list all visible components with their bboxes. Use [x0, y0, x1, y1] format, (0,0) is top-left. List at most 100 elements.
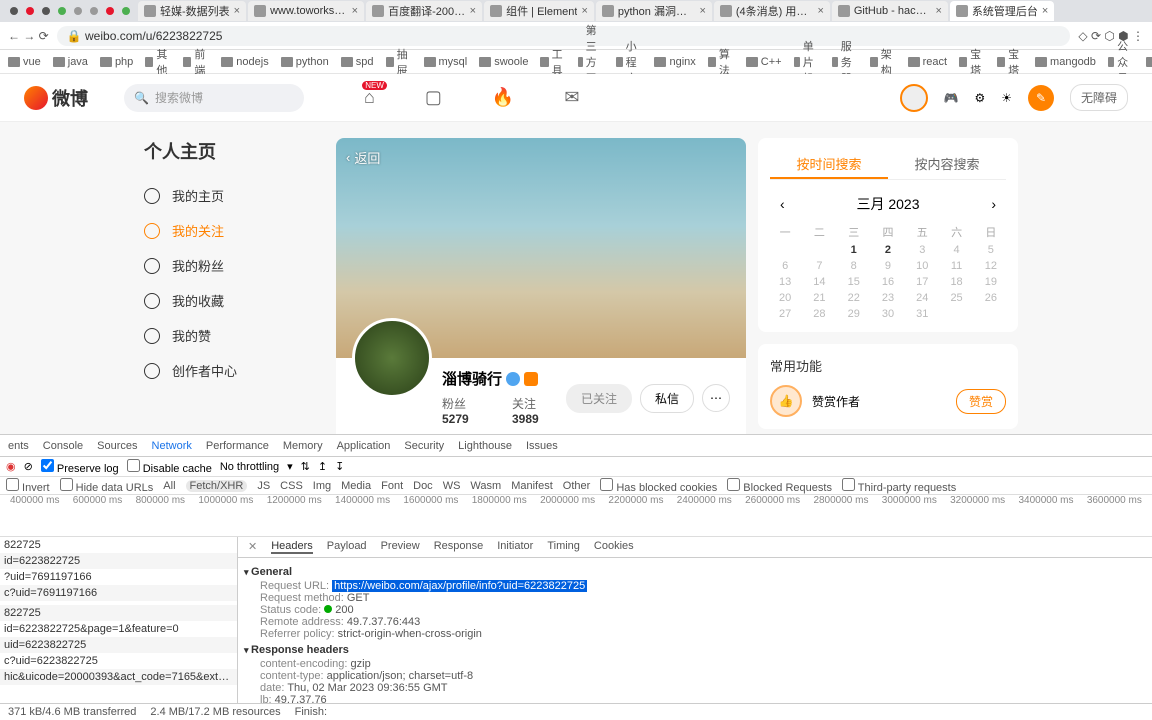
devtools-filters[interactable]: Invert Hide data URLsAllFetch/XHRJSCSSIm…	[0, 477, 1152, 495]
url-bar[interactable]: 🔒 weibo.com/u/6223822725	[57, 26, 1071, 46]
bookmark-item[interactable]: 算法	[708, 46, 734, 78]
devtools-panel: entsConsoleSourcesNetworkPerformanceMemo…	[0, 434, 1152, 720]
user-avatar[interactable]	[900, 84, 928, 112]
browser-tab[interactable]: www.toworks.ws×	[248, 1, 364, 21]
browser-tab[interactable]: 系统管理后台×	[950, 1, 1054, 21]
disable-cache-checkbox[interactable]	[127, 459, 140, 472]
bookmark-item[interactable]: java	[53, 56, 88, 68]
weibo-logo[interactable]: 微博	[24, 84, 104, 112]
theme-icon[interactable]: ☀	[1001, 91, 1012, 105]
request-row[interactable]: uid=6223822725	[0, 637, 237, 653]
bookmark-item[interactable]: 抽屉	[386, 46, 412, 78]
sidebar-title: 个人主页	[134, 138, 324, 164]
request-row[interactable]: id=6223822725	[0, 553, 237, 569]
header-nav: ⌂NEW ▢ 🔥 ✉	[364, 87, 579, 108]
nav-message[interactable]: ✉	[564, 87, 579, 108]
weibo-logo-text: 微博	[52, 85, 88, 111]
vip-badge-icon	[524, 372, 538, 386]
tab-time-search[interactable]: 按时间搜索	[770, 150, 888, 179]
sidebar-item[interactable]: 创作者中心	[134, 353, 324, 388]
cal-next[interactable]: ›	[991, 196, 996, 212]
accessibility-button[interactable]: 无障碍	[1070, 84, 1128, 111]
bookmark-item[interactable]: nginx	[654, 56, 695, 68]
search-placeholder: 搜索微博	[155, 89, 203, 106]
sidebar-item[interactable]: 我的收藏	[134, 283, 324, 318]
nav-buttons[interactable]: ← → ⟳	[8, 29, 49, 43]
browser-tab[interactable]: (4条消息) 用Python爬…×	[714, 1, 830, 21]
browser-tab[interactable]: 轻媒-数据列表×	[138, 1, 246, 21]
request-row[interactable]: ?uid=7691197166	[0, 569, 237, 585]
request-url[interactable]: https://weibo.com/ajax/profile/info?uid=…	[332, 580, 587, 592]
detail-tabs[interactable]: ✕HeadersPayloadPreviewResponseInitiatorT…	[238, 537, 1152, 558]
request-row[interactable]: 822725	[0, 537, 237, 553]
browser-tab[interactable]: 百度翻译-200种语言…×	[366, 1, 482, 21]
sidebar-item[interactable]: 我的粉丝	[134, 248, 324, 283]
nav-home[interactable]: ⌂NEW	[364, 87, 375, 108]
back-link[interactable]: ‹ 返回	[346, 148, 380, 167]
bookmark-item[interactable]: react	[908, 56, 947, 68]
common-functions-title: 常用功能	[770, 356, 1006, 375]
bookmark-item[interactable]: swoole	[479, 56, 528, 68]
bookmark-item[interactable]: C++	[746, 56, 782, 68]
request-row[interactable]: hic&uicode=20000393&act_code=7165&ext=vu…	[0, 669, 237, 685]
bookmark-item[interactable]: nodejs	[221, 56, 268, 68]
reward-button[interactable]: 赞赏	[956, 389, 1006, 414]
bookmark-item[interactable]: php	[100, 56, 133, 68]
cal-prev[interactable]: ‹	[780, 196, 785, 212]
bookmark-item[interactable]: vue	[8, 56, 41, 68]
profile-stats: 粉丝 5279 关注 3989	[442, 395, 566, 426]
bookmark-item[interactable]: python	[281, 56, 329, 68]
devtools-toolbar[interactable]: ◉⊘ Preserve log Disable cache No throttl…	[0, 457, 1152, 477]
dm-button[interactable]: 私信	[640, 384, 694, 413]
bookmark-item[interactable]: spd	[341, 56, 374, 68]
bookmark-item[interactable]: 前端	[183, 46, 209, 78]
bookmark-item[interactable]: 宝塔	[997, 46, 1023, 78]
profile-avatar[interactable]	[352, 318, 432, 398]
request-row[interactable]: c?uid=6223822725	[0, 653, 237, 669]
request-row[interactable]: 822725	[0, 605, 237, 621]
bookmark-bar: vuejavaphp其他前端nodejspythonspd抽屉mysqlswoo…	[0, 50, 1152, 74]
more-button[interactable]: ⋯	[702, 384, 730, 412]
bookmark-item[interactable]: go	[1146, 56, 1152, 68]
browser-tab[interactable]: python 漏洞检测包_百…×	[596, 1, 712, 21]
browser-tab[interactable]: 组件 | Element×	[484, 1, 594, 21]
search-box[interactable]: 🔍 搜索微博	[124, 84, 304, 112]
throttling-select[interactable]: No throttling	[220, 461, 279, 473]
request-row[interactable]: id=6223822725&page=1&feature=0	[0, 621, 237, 637]
sidebar-item[interactable]: 我的赞	[134, 318, 324, 353]
weibo-header: 微博 🔍 搜索微博 ⌂NEW ▢ 🔥 ✉ 🎮 ⚙ ☀ ✎ 无障碍	[0, 74, 1152, 122]
request-detail: ✕HeadersPayloadPreviewResponseInitiatorT…	[238, 537, 1152, 703]
search-icon: 🔍	[134, 91, 149, 105]
request-list[interactable]: 822725id=6223822725?uid=7691197166c?uid=…	[0, 537, 238, 703]
cal-month: 三月 2023	[856, 194, 919, 214]
browser-tab-bar: 轻媒-数据列表×www.toworks.ws×百度翻译-200种语言…×组件 |…	[0, 0, 1152, 22]
verified-badge-icon	[506, 372, 520, 386]
calendar-grid[interactable]: 一二三四五六日123456789101112131415161718192021…	[770, 224, 1006, 320]
sidebar-item[interactable]: 我的关注	[134, 213, 324, 248]
bookmark-item[interactable]: mysql	[424, 56, 468, 68]
bookmark-item[interactable]: 架构	[870, 46, 896, 78]
profile-name: 淄博骑行	[442, 368, 566, 389]
bookmark-item[interactable]: 宝塔	[959, 46, 985, 78]
tab-content-search[interactable]: 按内容搜索	[888, 150, 1006, 179]
devtools-footer: 371 kB/4.6 MB transferred2.4 MB/17.2 MB …	[0, 703, 1152, 720]
game-icon[interactable]: 🎮	[944, 91, 959, 105]
gear-icon[interactable]: ⚙	[974, 91, 985, 105]
reward-label: 赞赏作者	[812, 393, 860, 410]
response-headers-section[interactable]: Response headers	[244, 644, 1142, 656]
bookmark-item[interactable]: 其他	[145, 46, 171, 78]
browser-tab[interactable]: GitHub - hack-paida…×	[832, 1, 948, 21]
nav-video[interactable]: ▢	[425, 87, 442, 108]
request-row[interactable]: c?uid=7691197166	[0, 585, 237, 601]
bookmark-item[interactable]: 工具	[540, 46, 566, 78]
followed-button[interactable]: 已关注	[566, 384, 632, 413]
system-buttons	[4, 7, 136, 15]
devtools-timeline[interactable]: 400000 ms600000 ms800000 ms1000000 ms120…	[0, 495, 1152, 537]
preserve-log-checkbox[interactable]	[41, 459, 54, 472]
bookmark-item[interactable]: mangodb	[1035, 56, 1096, 68]
devtools-tabs[interactable]: entsConsoleSourcesNetworkPerformanceMemo…	[0, 435, 1152, 457]
compose-button[interactable]: ✎	[1028, 85, 1054, 111]
general-section[interactable]: General	[244, 566, 1142, 578]
sidebar-item[interactable]: 我的主页	[134, 178, 324, 213]
nav-hot[interactable]: 🔥	[492, 87, 514, 108]
